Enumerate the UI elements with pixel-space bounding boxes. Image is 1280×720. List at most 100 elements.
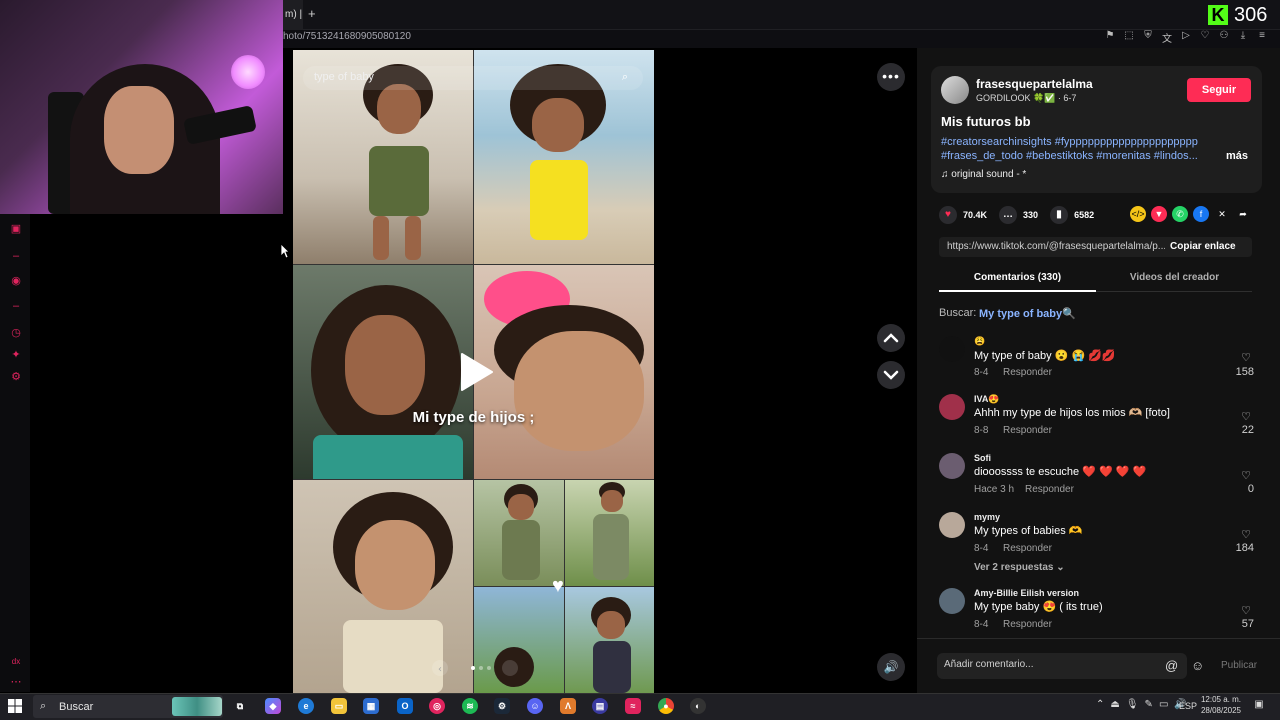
bookmark-icon[interactable]: ⚑ (1104, 30, 1116, 46)
commenter-avatar[interactable] (939, 512, 965, 538)
commenter-name[interactable]: IVA😍 (974, 394, 1000, 405)
embed-icon[interactable]: </> (1130, 206, 1146, 222)
comment-search-term[interactable]: My type of baby🔍 (979, 307, 1076, 320)
heart-icon[interactable]: ♥ (939, 206, 957, 224)
save-stat[interactable]: ▮ 6582 (1050, 206, 1094, 224)
reply-button[interactable]: Responder (1003, 367, 1052, 378)
edge-icon[interactable]: e (298, 698, 314, 714)
view-replies-button[interactable]: Ver 2 respuestas ⌄ (974, 562, 1065, 573)
streaming-app-icon[interactable]: ◎ (429, 698, 445, 714)
mention-icon[interactable]: @ (1165, 658, 1178, 673)
address-bar-url[interactable]: hoto/7513241680905080120 (283, 31, 411, 42)
x-icon[interactable]: ✕ (1214, 206, 1230, 222)
shield-icon[interactable]: ⛨ (1142, 30, 1154, 46)
network-icon[interactable]: ▭ (1159, 699, 1168, 710)
music-link[interactable]: ♫ original sound - * (941, 169, 1026, 180)
send-icon[interactable]: ▷ (1180, 30, 1192, 46)
commenter-name[interactable]: mymy (974, 512, 1000, 522)
chrome-icon[interactable]: ● (658, 698, 674, 714)
commenter-avatar[interactable] (939, 394, 965, 420)
copy-link-button[interactable]: Copiar enlace (1170, 241, 1236, 252)
discord-icon[interactable]: ☺ (527, 698, 543, 714)
follow-button[interactable]: Seguir (1187, 78, 1251, 102)
browser-tab[interactable]: m) | (283, 0, 303, 30)
slide-indicator[interactable]: ‹ (430, 660, 520, 676)
play-icon[interactable] (458, 352, 494, 392)
comment-input-placeholder[interactable]: Añadir comentario... (944, 659, 1034, 670)
commenter-avatar[interactable] (939, 588, 965, 614)
copilot-icon[interactable]: ◆ (265, 698, 281, 714)
reply-button[interactable]: Responder (1025, 484, 1074, 495)
more-options-button[interactable]: ••• (877, 63, 905, 91)
chevron-up-icon[interactable]: ⌃ (1096, 699, 1104, 710)
app-icon[interactable]: ≈ (625, 698, 641, 714)
heart-icon[interactable]: ♡ (1199, 30, 1211, 46)
twitch-icon[interactable]: ▣ (10, 223, 22, 235)
tab-comments[interactable]: Comentarios (330) (939, 272, 1096, 283)
publish-button[interactable]: Publicar (1221, 660, 1257, 671)
previous-video-button[interactable] (877, 324, 905, 352)
heart-icon[interactable]: ♡ (1239, 351, 1253, 364)
microphone-icon[interactable]: 🎙 (1126, 699, 1139, 710)
language-indicator[interactable]: ESP (1179, 701, 1197, 711)
pen-icon[interactable]: ✎ (1145, 699, 1153, 710)
store-icon[interactable]: ▦ (363, 698, 379, 714)
heart-icon[interactable]: ♡ (1239, 469, 1253, 482)
heart-icon[interactable]: ♡ (1239, 604, 1253, 617)
author-name[interactable]: frasesquepartelalma (976, 77, 1093, 91)
post-hashtags-line2[interactable]: #frases_de_todo #bebestiktoks #morenitas… (941, 150, 1211, 162)
comment-stat[interactable]: … 330 (999, 206, 1038, 224)
taskbar-search-placeholder[interactable]: Buscar (59, 701, 93, 713)
expand-description-button[interactable]: más (1226, 150, 1248, 162)
like-stat[interactable]: ♥ 70.4K (939, 206, 987, 224)
emoji-icon[interactable]: ☺ (1191, 658, 1204, 673)
outlook-icon[interactable]: O (397, 698, 413, 714)
volume-button[interactable]: 🔊 (877, 653, 905, 681)
commenter-name[interactable]: Amy-Billie Eilish version (974, 588, 1079, 598)
windows-start-icon[interactable] (8, 699, 22, 713)
menu-icon[interactable]: ≡ (1256, 30, 1268, 46)
obs-icon[interactable]: ◐ (690, 698, 706, 714)
commenter-avatar[interactable] (939, 453, 965, 479)
heart-icon[interactable]: ♡ (1239, 410, 1253, 423)
crop-icon[interactable]: ⬚ (1123, 30, 1135, 46)
record-icon[interactable]: ◉ (10, 275, 22, 287)
app-icon[interactable]: ▤ (592, 698, 608, 714)
reply-button[interactable]: Responder (1003, 543, 1052, 554)
bookmark-icon[interactable]: ▮ (1050, 206, 1069, 224)
spotify-icon[interactable]: ≋ (462, 698, 478, 714)
file-explorer-icon[interactable]: ▭ (331, 698, 347, 714)
clock-time[interactable]: 12:05 a. m. (1200, 695, 1242, 704)
new-tab-button[interactable]: + (308, 6, 322, 22)
more-icon[interactable]: ⋯ (10, 676, 22, 688)
account-icon[interactable]: ⚇ (1218, 30, 1230, 46)
dx-icon[interactable]: dx (10, 656, 22, 668)
download-icon[interactable]: ⤓ (1237, 30, 1249, 46)
whatsapp-icon[interactable]: ✆ (1172, 206, 1188, 222)
post-hashtags-line1[interactable]: #creatorsearchinsights #fypppppppppppppp… (941, 136, 1251, 148)
heart-icon[interactable]: ♡ (1239, 528, 1253, 541)
clock-icon[interactable]: ◷ (10, 327, 22, 339)
commenter-avatar[interactable] (939, 336, 965, 362)
next-video-button[interactable] (877, 361, 905, 389)
clock-date[interactable]: 28/08/2025 (1200, 706, 1242, 715)
steam-icon[interactable]: ⚙ (494, 698, 510, 714)
notification-icon[interactable]: ▣ (1251, 699, 1267, 713)
puzzle-icon[interactable]: ✦ (10, 349, 22, 361)
commenter-name[interactable]: 😩 (974, 336, 985, 347)
share-link-url[interactable]: https://www.tiktok.com/@frasesquepartela… (947, 241, 1165, 252)
translate-icon[interactable]: 文 (1161, 30, 1173, 46)
commenter-name[interactable]: Sofi (974, 453, 991, 463)
settings-icon[interactable]: ⚙ (10, 371, 22, 383)
author-avatar[interactable] (941, 76, 969, 104)
send-to-friends-icon[interactable]: ▼ (1151, 206, 1167, 222)
reply-button[interactable]: Responder (1003, 619, 1052, 630)
app-icon[interactable]: Λ (560, 698, 576, 714)
reply-button[interactable]: Responder (1003, 425, 1052, 436)
task-view-icon[interactable]: ⧉ (232, 698, 248, 714)
facebook-icon[interactable]: f (1193, 206, 1209, 222)
tab-creator-videos[interactable]: Videos del creador (1097, 272, 1252, 283)
usb-icon[interactable]: ⏏ (1110, 699, 1119, 710)
share-arrow-icon[interactable]: ➦ (1235, 206, 1251, 222)
comment-icon[interactable]: … (999, 206, 1018, 224)
